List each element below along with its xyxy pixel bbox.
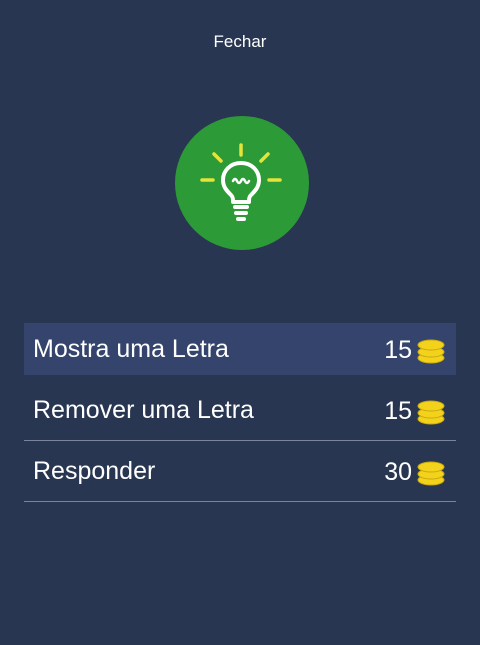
coins-icon <box>417 400 445 425</box>
hint-dialog: Fechar Mostra uma Letra 15 Remover uma L… <box>0 0 480 645</box>
coins-icon <box>417 461 445 486</box>
option-label: Responder <box>33 457 156 485</box>
close-button[interactable]: Fechar <box>0 30 480 54</box>
hint-badge <box>175 116 309 250</box>
lightbulb-icon <box>200 143 282 221</box>
option-cost: 30 <box>384 458 412 486</box>
option-label: Remover uma Letra <box>33 396 254 424</box>
coins-icon <box>417 339 445 364</box>
divider <box>24 501 456 502</box>
option-show-letter[interactable]: Mostra uma Letra 15 <box>24 323 456 375</box>
option-answer[interactable]: Responder 30 <box>24 445 456 502</box>
option-label: Mostra uma Letra <box>33 335 229 363</box>
option-remove-letter[interactable]: Remover uma Letra 15 <box>24 384 456 441</box>
option-cost: 15 <box>384 336 412 364</box>
hint-options-list: Mostra uma Letra 15 Remover uma Letra 15 <box>24 323 456 506</box>
option-cost: 15 <box>384 397 412 425</box>
divider <box>24 440 456 441</box>
